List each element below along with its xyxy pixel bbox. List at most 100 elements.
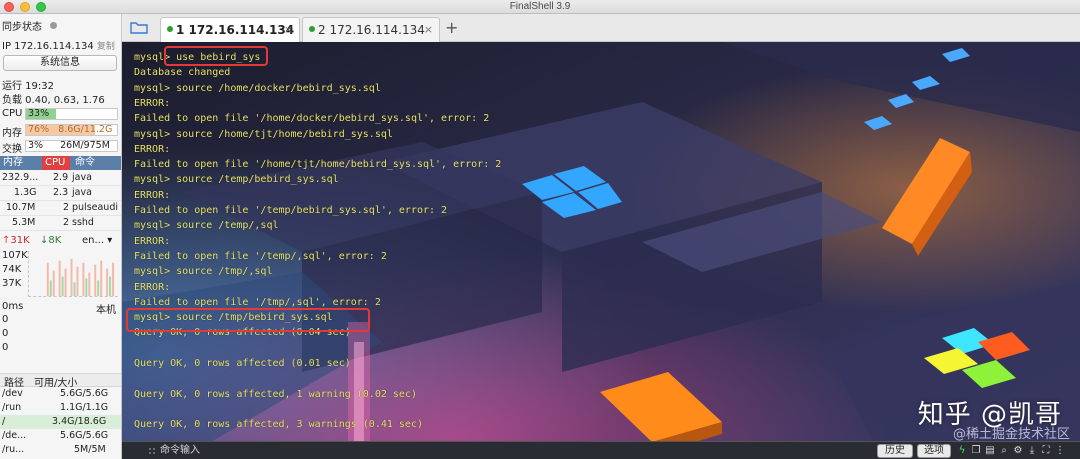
watermark-juejin: @稀土掘金技术社区	[952, 427, 1070, 442]
tab-session-2[interactable]: 2 172.16.114.134 ×	[302, 17, 440, 42]
sync-dot-icon	[50, 22, 57, 29]
process-mem: 1.3G	[14, 187, 37, 198]
process-row[interactable]: 232.9... 2.9 java	[0, 171, 121, 186]
options-button[interactable]: 选项	[917, 444, 951, 458]
terminal-line: ERROR:	[134, 235, 171, 247]
disk-path: /ru...	[2, 444, 25, 455]
paste-icon[interactable]: ▤	[984, 444, 996, 458]
terminal-line: Query OK, 0 rows affected, 3 warnings (0…	[134, 419, 423, 431]
process-col-cpu[interactable]: CPU	[42, 156, 70, 170]
sync-status: 同步状态	[2, 18, 57, 33]
network-interface-select[interactable]: en... ▾	[82, 235, 112, 246]
terminal-line: Query OK, 0 rows affected (0.01 sec)	[134, 358, 351, 369]
latency-label: 0ms	[2, 301, 24, 312]
status-sidebar: 同步状态 IP 172.16.114.134 复制 系统信息 运行 19:32 …	[0, 14, 122, 459]
swap-usage-detail: 26M/975M	[60, 140, 110, 151]
process-col-mem[interactable]: 内存	[0, 156, 40, 170]
finalshell-window: FinalShell 3.9 同步状态 IP 172.16.114.134 复制…	[0, 0, 1080, 459]
latency-host: 本机	[96, 305, 116, 316]
process-row[interactable]: 5.3M 2 sshd	[0, 216, 121, 231]
copy-ip-link[interactable]: 复制	[97, 42, 115, 52]
tab-label: 2 172.16.114.134	[318, 23, 425, 37]
ip-address: IP 172.16.114.134	[2, 41, 94, 52]
process-table-header: 内存 CPU 命令	[0, 156, 121, 170]
highlight-use-command	[164, 46, 268, 66]
terminal-line: ERROR:	[134, 189, 171, 201]
terminal-line: ERROR:	[134, 143, 171, 155]
ip-row: IP 172.16.114.134 复制	[2, 39, 115, 52]
process-cmd: java	[72, 187, 92, 198]
process-cmd: pulseaudi	[72, 202, 118, 213]
terminal-line: Failed to open file '/home/docker/bebird…	[134, 113, 490, 125]
fullscreen-icon[interactable]: ⛶	[1040, 444, 1052, 458]
disk-path: /dev	[2, 388, 23, 399]
uptime: 运行 19:32	[2, 81, 54, 92]
chevron-down-icon: ▾	[107, 235, 113, 246]
search-icon[interactable]: ⌕	[998, 444, 1010, 458]
disk-row[interactable]: /de... 5.6G/5.6G	[0, 429, 121, 443]
cpu-usage-bar: 33%	[25, 108, 118, 120]
process-cpu: 2	[63, 202, 70, 213]
tab-session-1[interactable]: 1 172.16.114.134 ×	[160, 17, 300, 42]
terminal-line: ERROR:	[134, 97, 171, 109]
disk-row[interactable]: /ru... 5M/5M	[0, 443, 121, 457]
folder-icon[interactable]	[130, 21, 148, 34]
system-info-button[interactable]: 系统信息	[3, 55, 117, 71]
process-cpu: 2.9	[53, 172, 69, 183]
terminal-line: mysql> source /temp/bebird_sys.sql	[134, 174, 339, 186]
terminal-line: mysql> source /home/tjt/home/bebird_sys.…	[134, 128, 393, 140]
process-cmd: java	[72, 172, 92, 183]
title-bar: FinalShell 3.9	[0, 0, 1080, 14]
disk-row[interactable]: / 3.4G/18.6G	[0, 415, 121, 429]
close-icon[interactable]: ×	[284, 18, 293, 42]
disk-size: 1.1G/1.1G	[60, 402, 109, 413]
download-icon[interactable]: ⤓	[1026, 444, 1038, 458]
net-scale-low: 37K	[2, 278, 22, 289]
process-col-cmd[interactable]: 命令	[72, 156, 120, 170]
swap-usage-percent: 3%	[28, 140, 44, 151]
memory-usage-detail: 8.6G/11.2G	[58, 124, 113, 135]
lightning-icon[interactable]: ϟ	[956, 444, 968, 458]
more-icon[interactable]: ⋮	[1054, 444, 1066, 458]
disk-size: 5M/5M	[74, 444, 106, 455]
upload-rate: ↑31K	[2, 235, 30, 246]
disk-row[interactable]: /dev 5.6G/5.6G	[0, 387, 121, 401]
load-average: 负载 0.40, 0.63, 1.76	[2, 95, 105, 106]
memory-usage-bar: 76% 8.6G/11.2G	[25, 124, 118, 136]
process-row[interactable]: 1.3G 2.3 java	[0, 186, 121, 201]
process-cpu: 2	[63, 217, 70, 228]
copy-icon[interactable]: ❐	[970, 444, 982, 458]
net-scale-top: 107K	[2, 250, 28, 261]
terminal-line: Query OK, 0 rows affected, 1 warning (0.…	[134, 388, 417, 400]
add-tab-icon[interactable]: +	[445, 17, 458, 39]
terminal-pane[interactable]: mysql> use bebird_sys Database changed m…	[122, 42, 1080, 459]
disk-path: /run	[2, 402, 22, 413]
terminal-line: Database changed	[134, 67, 231, 79]
gear-icon[interactable]: ⚙	[1012, 444, 1024, 458]
network-header: ↑31K ↓8K en... ▾	[0, 235, 121, 249]
memory-usage-percent: 76%	[28, 124, 50, 135]
disk-path: /de...	[2, 430, 27, 441]
drag-handle-icon[interactable]	[148, 447, 156, 455]
disk-size: 3.4G/18.6G	[52, 416, 107, 427]
connected-dot-icon	[167, 26, 173, 32]
terminal-line: mysql> source /tmp/,sql	[134, 266, 273, 278]
close-icon[interactable]: ×	[424, 18, 433, 42]
history-button[interactable]: 历史	[877, 444, 913, 458]
disk-row[interactable]: /run 1.1G/1.1G	[0, 401, 121, 415]
command-input[interactable]: 命令输入	[160, 443, 200, 458]
disk-table-header: 路径 可用/大小	[0, 373, 121, 389]
latency-value: 0	[2, 328, 9, 339]
mem-label: 内存	[2, 128, 22, 139]
latency-value: 0	[2, 314, 9, 325]
process-mem: 232.9...	[2, 172, 39, 183]
sync-status-label: 同步状态	[2, 22, 42, 33]
terminal-line: mysql> source /home/docker/bebird_sys.sq…	[134, 82, 381, 94]
swap-label: 交换	[2, 144, 22, 155]
cpu-usage-value: 33%	[28, 108, 50, 119]
swap-usage-bar: 3% 26M/975M	[25, 140, 118, 152]
latency-value: 0	[2, 342, 9, 353]
tab-label: 1 172.16.114.134	[176, 23, 295, 37]
process-row[interactable]: 10.7M 2 pulseaudi	[0, 201, 121, 216]
command-input-bar: 命令输入 历史 选项 ϟ ❐ ▤ ⌕ ⚙ ⤓ ⛶ ⋮	[122, 441, 1080, 459]
